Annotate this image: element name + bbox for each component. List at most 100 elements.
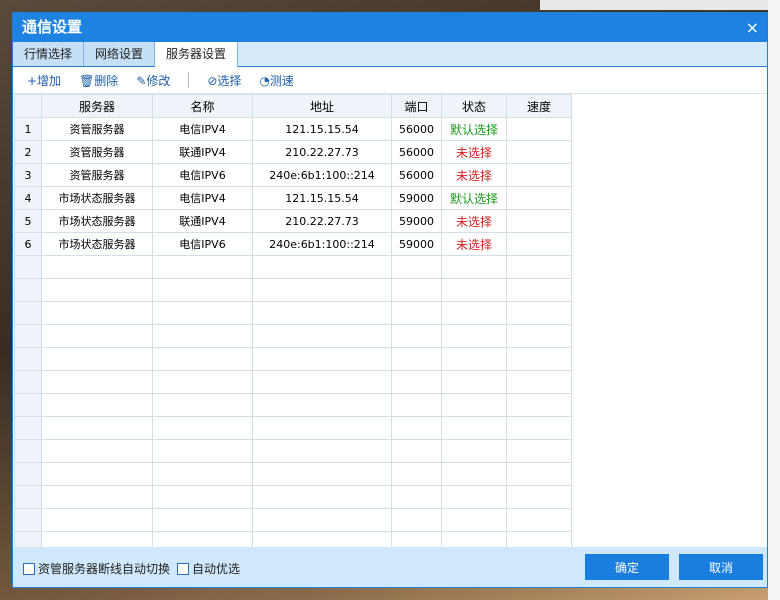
table-cell: 未选择	[441, 140, 507, 164]
table-row[interactable]	[14, 416, 572, 440]
tab-network-settings[interactable]: 网络设置	[84, 42, 156, 66]
row-number: 1	[14, 117, 42, 141]
table-cell	[506, 301, 572, 325]
table-cell: 210.22.27.73	[252, 209, 392, 233]
table-cell	[441, 278, 507, 302]
table-cell	[252, 439, 392, 463]
table-row[interactable]	[14, 370, 572, 394]
table-row[interactable]	[14, 508, 572, 532]
table-cell	[441, 301, 507, 325]
column-header[interactable]: 端口	[391, 94, 442, 118]
checkbox-box[interactable]	[177, 562, 189, 575]
table-row[interactable]	[14, 485, 572, 509]
table-cell	[152, 485, 253, 509]
table-cell: 240e:6b1:100::214	[252, 163, 392, 187]
table-row[interactable]: 3 资管服务器 电信IPV6 240e:6b1:100::214 56000 未选择	[14, 163, 572, 187]
close-icon[interactable]: ×	[746, 13, 759, 42]
table-cell	[441, 485, 507, 509]
auto-switch-checkbox[interactable]: 资管服务器断线自动切换	[23, 560, 170, 577]
table-cell	[41, 508, 153, 532]
table-cell	[506, 416, 572, 440]
table-cell: 电信IPV6	[152, 232, 253, 256]
column-header[interactable]: 名称	[152, 94, 253, 118]
edit-button[interactable]: ✎修改	[136, 72, 170, 89]
auto-best-checkbox[interactable]: 自动优选	[177, 560, 240, 577]
select-button[interactable]: ⊘选择	[207, 72, 241, 89]
table-cell	[506, 462, 572, 486]
table-cell	[41, 416, 153, 440]
table-row[interactable]	[14, 462, 572, 486]
checkbox-box[interactable]	[23, 562, 35, 575]
cancel-button[interactable]: 取消	[679, 554, 763, 580]
table-cell: 市场状态服务器	[41, 232, 153, 256]
ok-button[interactable]: 确定	[585, 554, 669, 580]
table-cell	[152, 370, 253, 394]
table-cell: 资管服务器	[41, 163, 153, 187]
table-row[interactable]	[14, 278, 572, 302]
row-number: 6	[14, 232, 42, 256]
column-header[interactable]	[14, 94, 42, 118]
column-header[interactable]: 地址	[252, 94, 392, 118]
table-cell: 未选择	[441, 163, 507, 187]
table-row[interactable]: 2 资管服务器 联通IPV4 210.22.27.73 56000 未选择	[14, 140, 572, 164]
table-row[interactable]	[14, 347, 572, 371]
toolbar: +增加 🗑删除 ✎修改 ⊘选择 ◔测速	[13, 67, 767, 94]
column-header[interactable]: 状态	[441, 94, 507, 118]
table-cell	[252, 347, 392, 371]
add-button[interactable]: +增加	[27, 72, 61, 89]
table-cell: 121.15.15.54	[252, 117, 392, 141]
table-cell	[441, 439, 507, 463]
table-row[interactable]	[14, 324, 572, 348]
tab-quote-select[interactable]: 行情选择	[13, 42, 85, 66]
table-cell	[506, 278, 572, 302]
row-number	[14, 485, 42, 509]
checkbox-label: 资管服务器断线自动切换	[38, 562, 171, 576]
table-cell	[506, 140, 572, 164]
table-row[interactable]	[14, 255, 572, 279]
table-row[interactable]	[14, 439, 572, 463]
column-header[interactable]: 速度	[506, 94, 572, 118]
table-cell: 59000	[391, 209, 442, 233]
delete-button[interactable]: 🗑删除	[79, 72, 118, 89]
table-cell	[391, 393, 442, 417]
table-row[interactable]: 6 市场状态服务器 电信IPV6 240e:6b1:100::214 59000 未选择	[14, 232, 572, 256]
table-cell: 默认选择	[441, 117, 507, 141]
table-cell	[252, 416, 392, 440]
table-cell	[441, 324, 507, 348]
table-cell	[441, 416, 507, 440]
table-cell	[152, 393, 253, 417]
table-cell	[441, 508, 507, 532]
table-cell	[391, 347, 442, 371]
table-cell	[152, 508, 253, 532]
table-row[interactable]: 4 市场状态服务器 电信IPV4 121.15.15.54 59000 默认选择	[14, 186, 572, 210]
table-cell	[252, 370, 392, 394]
table-cell	[506, 163, 572, 187]
table-cell	[41, 439, 153, 463]
tab-server-settings[interactable]: 服务器设置	[155, 42, 239, 68]
table-cell: 市场状态服务器	[41, 209, 153, 233]
table-cell	[506, 209, 572, 233]
table-cell	[252, 278, 392, 302]
table-cell	[506, 117, 572, 141]
table-row[interactable]: 1 资管服务器 电信IPV4 121.15.15.54 56000 默认选择	[14, 117, 572, 141]
table-cell	[391, 416, 442, 440]
table-row[interactable]: 5 市场状态服务器 联通IPV4 210.22.27.73 59000 未选择	[14, 209, 572, 233]
table-row[interactable]	[14, 393, 572, 417]
table-cell	[152, 324, 253, 348]
table-cell	[252, 301, 392, 325]
table-row[interactable]	[14, 301, 572, 325]
table-cell	[391, 439, 442, 463]
speed-test-button[interactable]: ◔测速	[259, 72, 293, 89]
column-header[interactable]: 服务器	[41, 94, 153, 118]
table-cell	[506, 186, 572, 210]
table-cell: 56000	[391, 163, 442, 187]
table-cell	[441, 370, 507, 394]
table-cell	[391, 324, 442, 348]
table-cell: 默认选择	[441, 186, 507, 210]
table-cell	[506, 439, 572, 463]
table-cell	[41, 485, 153, 509]
table-cell	[41, 278, 153, 302]
table-cell: 56000	[391, 117, 442, 141]
table-cell	[441, 393, 507, 417]
table-cell	[252, 485, 392, 509]
